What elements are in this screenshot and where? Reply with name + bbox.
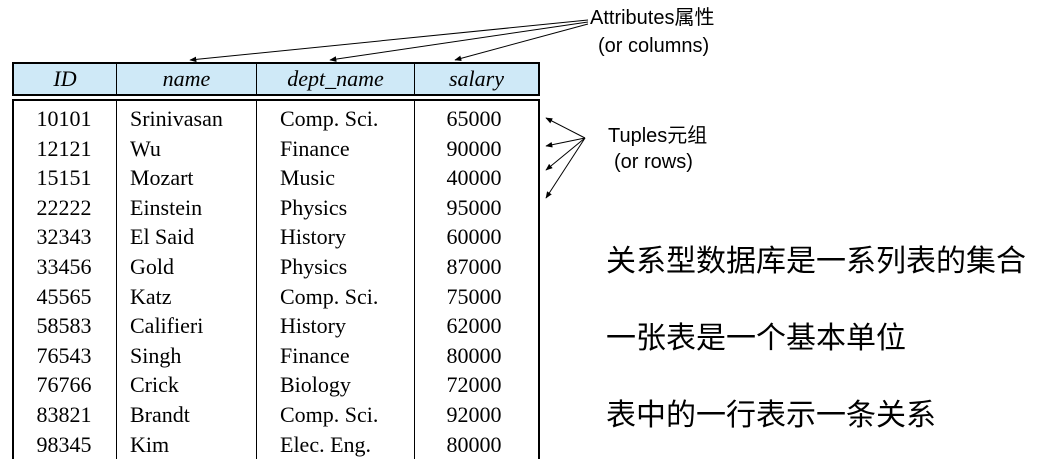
column-header-salary: salary [449, 66, 504, 91]
attributes-label: Attributes属性 [590, 7, 715, 29]
cell-salary: 80000 [446, 431, 502, 457]
tuple-arrow-3 [545, 137, 586, 171]
note-1: 关系型数据库是一系列表的集合 [606, 245, 1026, 278]
cell-name: Gold [130, 254, 174, 279]
cell-salary: 95000 [446, 194, 502, 220]
tuple-arrow-4 [545, 137, 586, 199]
cell-id: 76543 [36, 342, 92, 368]
table-row: 32343 El Said History 60000 [12, 222, 540, 252]
table-row: 76766 Crick Biology 72000 [12, 370, 540, 400]
tuples-label: Tuples元组 [608, 125, 708, 147]
cell-name: Kim [130, 431, 170, 457]
cell-name: Katz [130, 283, 172, 309]
cell-dept-name: Comp. Sci. [280, 402, 379, 427]
cell-dept-name: Finance [280, 342, 350, 368]
cell-dept-name: Physics [280, 194, 348, 220]
table-row: 45565 Katz Comp. Sci. 75000 [12, 282, 540, 312]
table-row: 10101 Srinivasan Comp. Sci. 65000 [12, 104, 540, 134]
cell-salary: 75000 [446, 283, 502, 309]
cell-name: Einstein [130, 194, 203, 220]
cell-salary: 60000 [446, 224, 502, 250]
tuples-sublabel: (or rows) [614, 151, 693, 173]
table-row: 98345 Kim Elec. Eng. 80000 [12, 430, 540, 460]
tuple-arrow-1 [545, 117, 586, 139]
cell-dept-name: Music [280, 165, 335, 191]
cell-id: 33456 [36, 254, 92, 279]
cell-id: 83821 [36, 402, 92, 427]
cell-name: Crick [130, 372, 179, 398]
cell-dept-name: Physics [280, 254, 348, 279]
table-row: 12121 Wu Finance 90000 [12, 134, 540, 164]
cell-dept-name: History [280, 313, 346, 339]
cell-id: 76766 [36, 372, 92, 398]
attribute-arrow-dept [329, 21, 589, 62]
column-header-id: ID [53, 66, 77, 91]
table-row: 33456 Gold Physics 87000 [12, 252, 540, 282]
cell-salary: 62000 [446, 313, 502, 339]
cell-id: 32343 [36, 224, 92, 250]
cell-name: Singh [130, 342, 182, 368]
column-header-name: name [162, 66, 211, 91]
cell-id: 45565 [36, 283, 92, 309]
cell-salary: 90000 [446, 135, 502, 161]
cell-id: 15151 [36, 165, 92, 191]
table-row: 76543 Singh Finance 80000 [12, 341, 540, 371]
table-row: 15151 Mozart Music 40000 [12, 163, 540, 193]
cell-name: Wu [130, 135, 161, 161]
cell-dept-name: Biology [280, 372, 351, 398]
cell-name: Mozart [130, 165, 194, 191]
cell-name: Califieri [130, 313, 204, 339]
cell-dept-name: Comp. Sci. [280, 283, 379, 309]
cell-name: El Said [130, 224, 195, 250]
cell-dept-name: Finance [280, 135, 350, 161]
cell-salary: 87000 [446, 254, 502, 279]
table-row: 22222 Einstein Physics 95000 [12, 193, 540, 223]
note-2: 一张表是一个基本单位 [606, 322, 906, 355]
cell-salary: 80000 [446, 342, 502, 368]
table-header: ID name dept_name salary [12, 62, 540, 96]
cell-name: Srinivasan [130, 106, 223, 131]
table-row: 83821 Brandt Comp. Sci. 92000 [12, 400, 540, 430]
cell-salary: 65000 [446, 106, 502, 131]
attribute-arrow-salary [454, 23, 589, 62]
cell-dept-name: History [280, 224, 346, 250]
attributes-sublabel: (or columns) [598, 35, 710, 57]
cell-id: 12121 [36, 135, 92, 161]
cell-id: 98345 [36, 431, 92, 457]
table-row: 58583 Califieri History 62000 [12, 311, 540, 341]
tuple-arrow-2 [545, 137, 586, 148]
cell-dept-name: Comp. Sci. [280, 106, 379, 131]
note-3: 表中的一行表示一条关系 [606, 399, 936, 432]
cell-salary: 40000 [446, 165, 502, 191]
cell-id: 58583 [36, 313, 92, 339]
cell-salary: 92000 [446, 402, 502, 427]
cell-salary: 72000 [446, 372, 502, 398]
cell-id: 22222 [36, 194, 92, 220]
relation-table: ID name dept_name salary 10101 Srinivasan… [12, 62, 540, 459]
column-header-dept-name: dept_name [287, 66, 384, 91]
cell-id: 10101 [36, 106, 92, 131]
cell-name: Brandt [130, 402, 190, 427]
cell-dept-name: Elec. Eng. [280, 431, 372, 457]
